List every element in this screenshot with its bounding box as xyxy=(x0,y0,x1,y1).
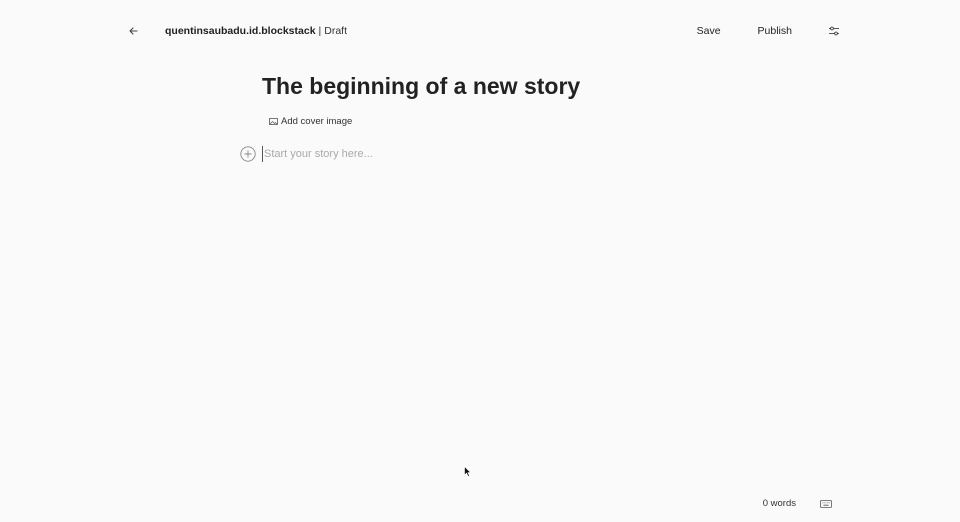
editor-header: quentinsaubadu.id.blockstack | Draft Save … xyxy=(0,0,960,62)
word-count: 0 words xyxy=(762,498,796,509)
document-info: quentinsaubadu.id.blockstack | Draft xyxy=(165,24,347,38)
save-button[interactable]: Save xyxy=(697,25,721,37)
story-title[interactable]: The beginning of a new story xyxy=(262,73,580,100)
sliders-icon[interactable] xyxy=(828,25,840,37)
editor-footer: 0 words xyxy=(763,498,832,509)
keyboard-icon[interactable] xyxy=(820,499,832,508)
publish-button[interactable]: Publish xyxy=(758,25,792,37)
author-name: quentinsaubadu.id.blockstack xyxy=(165,25,316,37)
add-cover-image-label: Add cover image xyxy=(281,116,353,127)
header-actions: Save Publish xyxy=(697,24,840,38)
separator: | xyxy=(318,25,322,37)
plus-circle-icon[interactable] xyxy=(240,146,256,162)
add-cover-image-button[interactable]: Add cover image xyxy=(269,116,352,127)
mouse-cursor-icon xyxy=(464,466,472,477)
arrow-left-icon[interactable] xyxy=(125,22,143,40)
image-icon xyxy=(269,118,278,125)
story-body-input[interactable]: Start your story here... xyxy=(262,146,724,162)
draft-status: Draft xyxy=(324,25,348,37)
